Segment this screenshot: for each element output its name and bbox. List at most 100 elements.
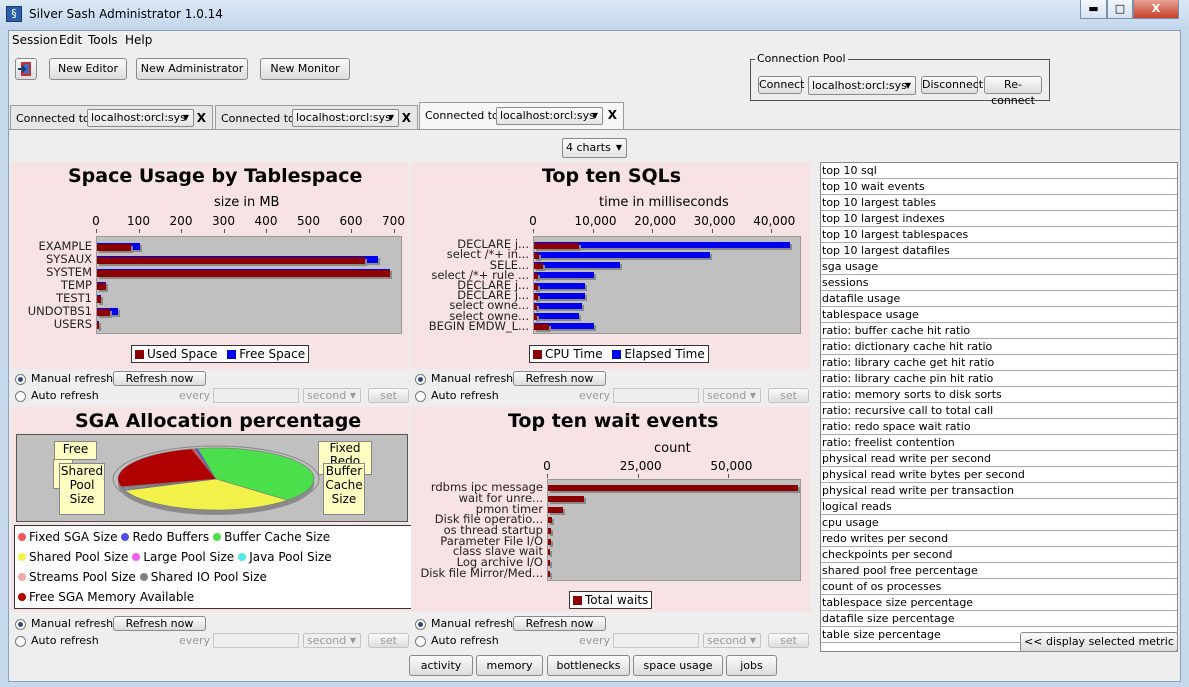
close-tab-icon[interactable]: X [608,108,617,122]
plot-area [533,236,801,334]
menu-session[interactable]: Session [12,33,58,47]
reconnect-button[interactable]: Re-connect [984,76,1042,107]
bar-cpu-time [534,303,537,310]
legend-dot [18,573,26,581]
x-tick-label: 0 [529,214,537,228]
tab-bottlenecks[interactable]: bottlenecks [547,655,630,676]
interval-unit-select[interactable]: second ▼ [303,388,361,403]
metric-list-item[interactable]: sessions [821,275,1177,291]
menu-tools[interactable]: Tools [88,33,118,47]
metric-list-item[interactable]: ratio: library cache pin hit ratio [821,371,1177,387]
metric-list-item[interactable]: shared pool free percentage [821,563,1177,579]
minimize-button[interactable]: ▬ [1080,0,1107,19]
tab-activity[interactable]: activity [409,655,473,676]
metric-list-item[interactable]: physical read write per second [821,451,1177,467]
display-selected-metric-button[interactable]: << display selected metric [1020,632,1178,652]
metric-list-item[interactable]: ratio: recursive call to total call [821,403,1177,419]
menu-help[interactable]: Help [125,33,152,47]
metric-list-item[interactable]: top 10 largest tablespaces [821,227,1177,243]
interval-unit-select[interactable]: second ▼ [703,633,761,648]
tab-memory[interactable]: memory [476,655,543,676]
interval-input[interactable] [613,388,699,403]
set-interval-button[interactable]: set [368,633,409,648]
disconnect-button[interactable]: Disconnect [921,76,983,94]
refresh-now-button[interactable]: Refresh now [113,616,206,631]
manual-refresh-radio[interactable] [15,619,26,630]
new-editor-button[interactable]: New Editor [49,58,127,80]
manual-refresh-radio[interactable] [415,374,426,385]
menu-edit[interactable]: Edit [59,33,82,47]
auto-refresh-radio[interactable] [415,636,426,647]
legend-label: Shared IO Pool Size [150,570,267,584]
set-interval-button[interactable]: set [768,633,809,648]
metric-list[interactable]: top 10 sql top 10 wait events top 10 large… [820,162,1178,652]
refresh-now-button[interactable]: Refresh now [513,616,606,631]
legend-label: Redo Buffers [132,530,210,544]
interval-input[interactable] [613,633,699,648]
metric-list-item[interactable]: top 10 largest indexes [821,211,1177,227]
maximize-button[interactable]: □ [1107,0,1133,19]
tab-connection-3[interactable]: Connected to: localhost:orcl:sys ▼ X [419,102,624,130]
tab-label: Connected to: [221,112,299,125]
tab-jobs[interactable]: jobs [726,655,777,676]
auto-refresh-radio[interactable] [415,391,426,402]
pool-connection-select[interactable]: localhost:orcl:sys ▼ [808,76,916,95]
interval-unit-select[interactable]: second ▼ [703,388,761,403]
tab-connection-2[interactable]: Connected to: localhost:orcl:sys ▼ X [215,105,418,129]
metric-list-item[interactable]: top 10 wait events [821,179,1177,195]
auto-refresh-radio[interactable] [15,636,26,647]
chart-count-select[interactable]: 4 charts ▼ [562,138,627,158]
metric-list-item[interactable]: physical read write per transaction [821,483,1177,499]
close-tab-icon[interactable]: X [197,111,206,125]
metric-list-item[interactable]: logical reads [821,499,1177,515]
metric-list-item[interactable]: cpu usage [821,515,1177,531]
manual-refresh-radio[interactable] [415,619,426,630]
metric-list-item[interactable]: count of os processes [821,579,1177,595]
metric-list-item[interactable]: tablespace size percentage [821,595,1177,611]
tab-space-usage[interactable]: space usage [633,655,723,676]
metric-list-item[interactable]: ratio: dictionary cache hit ratio [821,339,1177,355]
x-tick-label: 600 [339,214,363,228]
tab-connection-select[interactable]: localhost:orcl:sys ▼ [87,109,194,127]
metric-list-item[interactable]: physical read write bytes per second [821,467,1177,483]
manual-refresh-radio[interactable] [15,374,26,385]
tab-connection-select[interactable]: localhost:orcl:sys ▼ [496,107,603,125]
metric-list-item[interactable]: ratio: redo space wait ratio [821,419,1177,435]
metric-list-item[interactable]: datafile usage [821,291,1177,307]
metric-list-item[interactable]: ratio: library cache get hit ratio [821,355,1177,371]
set-interval-button[interactable]: set [768,388,809,403]
auto-refresh-radio[interactable] [15,391,26,402]
metric-list-item[interactable]: datafile size percentage [821,611,1177,627]
metric-list-item[interactable]: sga usage [821,259,1177,275]
refresh-now-button[interactable]: Refresh now [113,371,206,386]
category-label: TEMP [60,278,92,292]
connect-button[interactable]: Connect [758,76,804,94]
legend-item: Java Pool Size [238,550,332,564]
tab-connection-1[interactable]: Connected to: localhost:orcl:sys ▼ X [10,105,213,129]
metric-list-item[interactable]: checkpoints per second [821,547,1177,563]
interval-unit-select[interactable]: second ▼ [303,633,361,648]
interval-input[interactable] [213,633,299,648]
set-interval-button[interactable]: set [368,388,409,403]
tab-connection-select[interactable]: localhost:orcl:sys ▼ [292,109,399,127]
close-tab-icon[interactable]: X [402,111,411,125]
metric-list-item[interactable]: ratio: buffer cache hit ratio [821,323,1177,339]
menu-bar: Session Edit Tools Help [9,31,1180,51]
category-label: USERS [53,317,92,332]
new-administrator-button[interactable]: New Administrator [136,58,248,80]
metric-list-item[interactable]: top 10 sql [821,163,1177,179]
category-label: Disk file Mirror/Med... [420,565,543,580]
metric-list-item[interactable]: tablespace usage [821,307,1177,323]
metric-list-item[interactable]: redo writes per second [821,531,1177,547]
metric-list-item[interactable]: ratio: memory sorts to disk sorts [821,387,1177,403]
metric-list-item[interactable]: ratio: freelist contention [821,435,1177,451]
close-window-button[interactable]: X [1133,0,1179,19]
metric-list-item[interactable]: top 10 largest tables [821,195,1177,211]
legend-label: Free SGA Memory Available [29,590,195,604]
new-monitor-button[interactable]: New Monitor [260,58,350,80]
x-axis-label: count [654,441,691,456]
exit-button[interactable] [15,58,37,80]
refresh-now-button[interactable]: Refresh now [513,371,606,386]
metric-list-item[interactable]: top 10 largest datafiles [821,243,1177,259]
interval-input[interactable] [213,388,299,403]
